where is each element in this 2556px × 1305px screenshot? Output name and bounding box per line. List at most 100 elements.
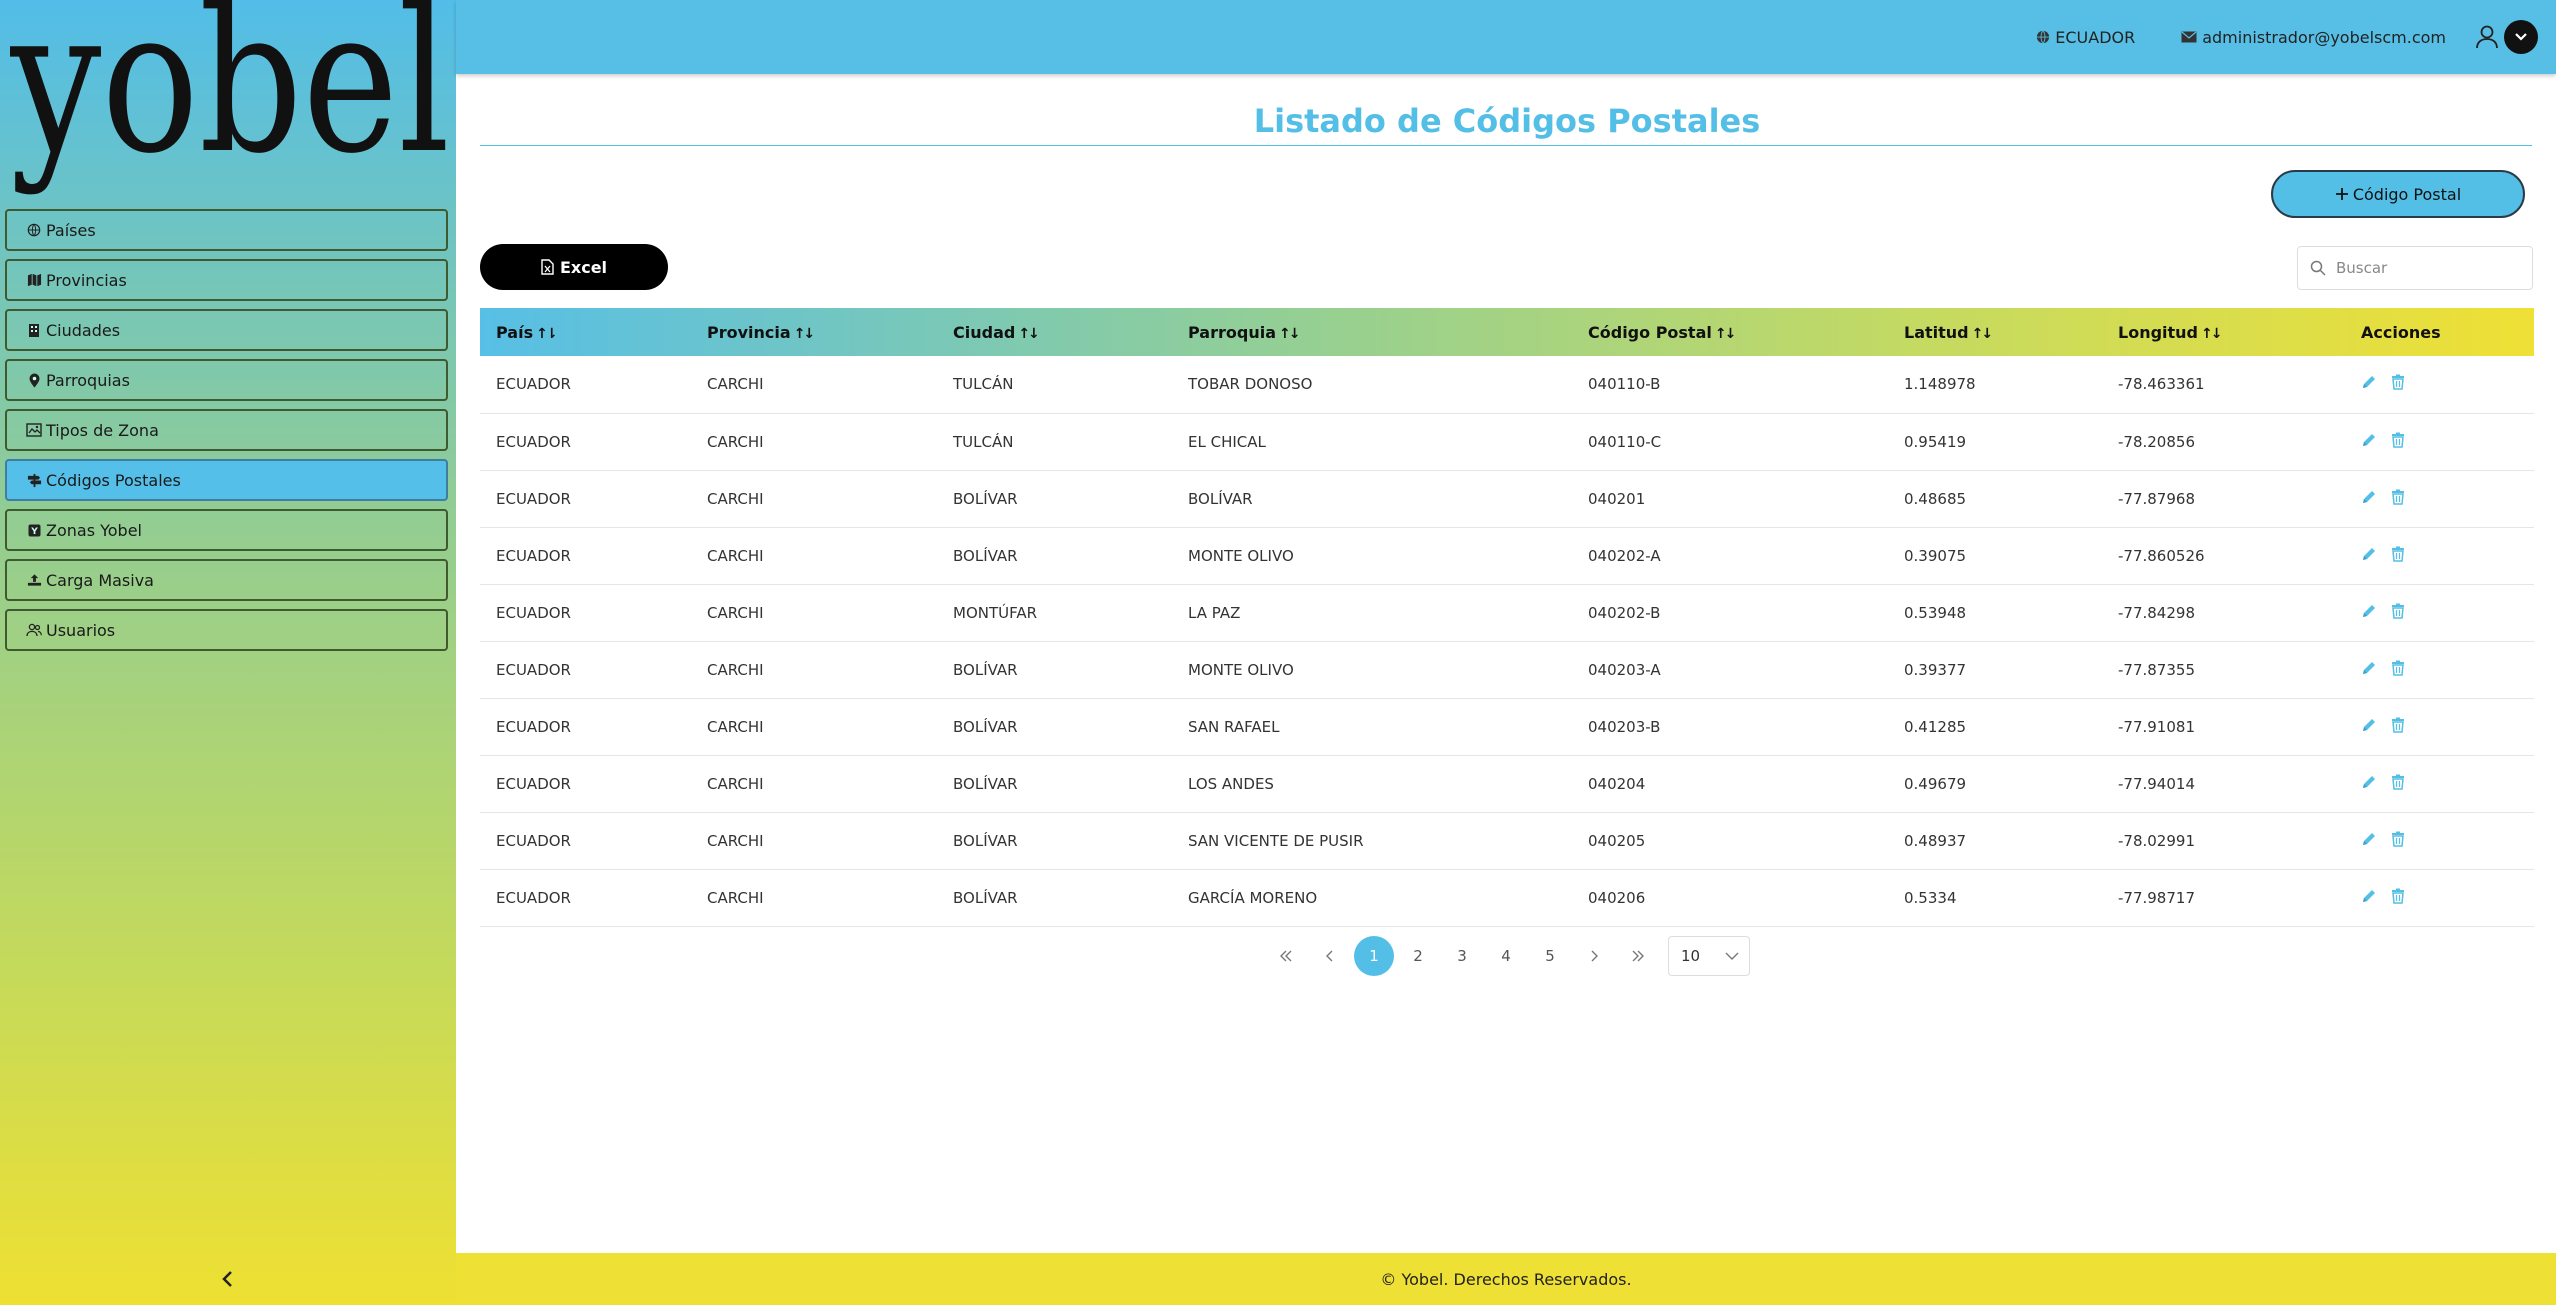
sidebar-item-codigos-postales[interactable]: Códigos Postales [5,459,448,501]
column-header-label: Ciudad [953,322,1016,342]
page-button[interactable]: 3 [1440,936,1484,976]
trash-icon[interactable] [2391,888,2405,904]
page-button[interactable]: 1 [1354,936,1394,976]
column-header[interactable]: Ciudad ↑↓ [937,308,1172,356]
table-cell: -78.02991 [2102,812,2345,870]
table-cell: -78.463361 [2102,356,2345,414]
sidebar-item-paises[interactable]: Países [5,209,448,251]
sort-icon[interactable]: ↑↓ [1279,326,1301,342]
country-indicator[interactable]: ECUADOR [2036,28,2135,47]
table-cell: BOLÍVAR [937,641,1172,699]
sort-icon[interactable]: ↑⇂ [536,326,558,342]
edit-icon[interactable] [2361,374,2377,390]
title-divider [480,145,2532,146]
sidebar-item-ciudades[interactable]: Ciudades [5,309,448,351]
trash-icon[interactable] [2391,546,2405,562]
user-email[interactable]: administrador@yobelscm.com [2181,28,2446,47]
edit-icon[interactable] [2361,717,2377,733]
page-button[interactable]: 4 [1484,936,1528,976]
footer: © Yobel. Derechos Reservados. [456,1253,2556,1305]
edit-icon[interactable] [2361,432,2377,448]
trash-icon[interactable] [2391,603,2405,619]
search-input[interactable] [2336,259,2516,277]
trash-icon[interactable] [2391,489,2405,505]
country-label: ECUADOR [2055,27,2136,47]
column-header-label: Longitud [2118,322,2199,342]
sidebar-item-carga-masiva[interactable]: Carga Masiva [5,559,448,601]
table-cell: TULCÁN [937,413,1172,471]
sidebar-item-label: Países [46,220,96,240]
table-cell: BOLÍVAR [937,869,1172,927]
table-cell: SAN VICENTE DE PUSIR [1172,812,1572,870]
excel-export-button[interactable]: Excel [480,244,668,290]
sort-icon[interactable]: ↑↓ [1715,326,1737,342]
sort-icon[interactable]: ↑↓ [1018,326,1040,342]
trash-icon[interactable] [2391,432,2405,448]
table-cell: -77.84298 [2102,584,2345,642]
table-cell: 0.48685 [1888,470,2102,528]
table-row: ECUADOR CARCHI TULCÁN TOBAR DONOSO 040110-B 1… [480,356,2534,414]
trash-icon[interactable] [2391,717,2405,733]
table-cell: 0.41285 [1888,698,2102,756]
sidebar-item-label: Tipos de Zona [46,420,159,440]
table-cell: -77.91081 [2102,698,2345,756]
sort-icon[interactable]: ↑↓ [1972,326,1994,342]
sidebar-item-label: Provincias [46,270,127,290]
first-page-button[interactable] [1264,936,1308,976]
user-menu[interactable] [2476,20,2538,54]
page-button[interactable]: 5 [1528,936,1572,976]
table-cell: 040202-A [1572,527,1888,585]
edit-icon[interactable] [2361,489,2377,505]
trash-icon[interactable] [2391,660,2405,676]
table-row: ECUADOR CARCHI BOLÍVAR GARCÍA MORENO 040206 0… [480,869,2534,927]
sidebar-item-tipos-de-zona[interactable]: Tipos de Zona [5,409,448,451]
search-box[interactable] [2297,246,2533,290]
column-header[interactable]: Provincia ↑↓ [691,308,937,356]
edit-icon[interactable] [2361,546,2377,562]
table-cell: CARCHI [691,641,937,699]
actions-cell [2345,413,2534,471]
table-cell: ECUADOR [480,755,691,813]
sort-icon[interactable]: ↑↓ [2201,326,2223,342]
next-page-button[interactable] [1572,936,1616,976]
yobel-logo: yobel [10,0,450,195]
column-header[interactable]: Longitud ↑↓ [2102,308,2345,356]
column-header[interactable]: Latitud ↑↓ [1888,308,2102,356]
trash-icon[interactable] [2391,774,2405,790]
table-cell: GARCÍA MORENO [1172,869,1572,927]
sort-icon[interactable]: ↑↓ [794,326,816,342]
add-postal-code-button[interactable]: Código Postal [2271,170,2525,218]
edit-icon[interactable] [2361,660,2377,676]
table-cell: 0.48937 [1888,812,2102,870]
table-cell: ECUADOR [480,641,691,699]
column-header[interactable]: Código Postal ↑↓ [1572,308,1888,356]
user-dropdown-toggle[interactable] [2504,20,2538,54]
edit-icon[interactable] [2361,831,2377,847]
column-header[interactable]: Parroquia ↑↓ [1172,308,1572,356]
edit-icon[interactable] [2361,603,2377,619]
users-icon [26,622,42,638]
trash-icon[interactable] [2391,374,2405,390]
column-header-label: Acciones [2361,322,2441,342]
rows-per-page-select[interactable]: 10 [1668,936,1750,976]
page-button[interactable]: 2 [1396,936,1440,976]
table-cell: 040110-C [1572,413,1888,471]
sidebar-collapse-button[interactable] [0,1253,456,1305]
rows-per-page-value: 10 [1681,947,1701,965]
edit-icon[interactable] [2361,774,2377,790]
sidebar-item-label: Parroquias [46,370,130,390]
edit-icon[interactable] [2361,888,2377,904]
user-icon [2476,25,2498,49]
sidebar-item-usuarios[interactable]: Usuarios [5,609,448,651]
sidebar-item-zonas-yobel[interactable]: Y Zonas Yobel [5,509,448,551]
email-label: administrador@yobelscm.com [2202,27,2446,47]
table-cell: -77.94014 [2102,755,2345,813]
sidebar-item-parroquias[interactable]: Parroquias [5,359,448,401]
last-page-button[interactable] [1616,936,1660,976]
trash-icon[interactable] [2391,831,2405,847]
prev-page-button[interactable] [1308,936,1352,976]
sidebar-item-provincias[interactable]: Provincias [5,259,448,301]
table-cell: MONTÚFAR [937,584,1172,642]
table-cell: BOLÍVAR [937,527,1172,585]
column-header[interactable]: País ↑⇂ [480,308,691,356]
